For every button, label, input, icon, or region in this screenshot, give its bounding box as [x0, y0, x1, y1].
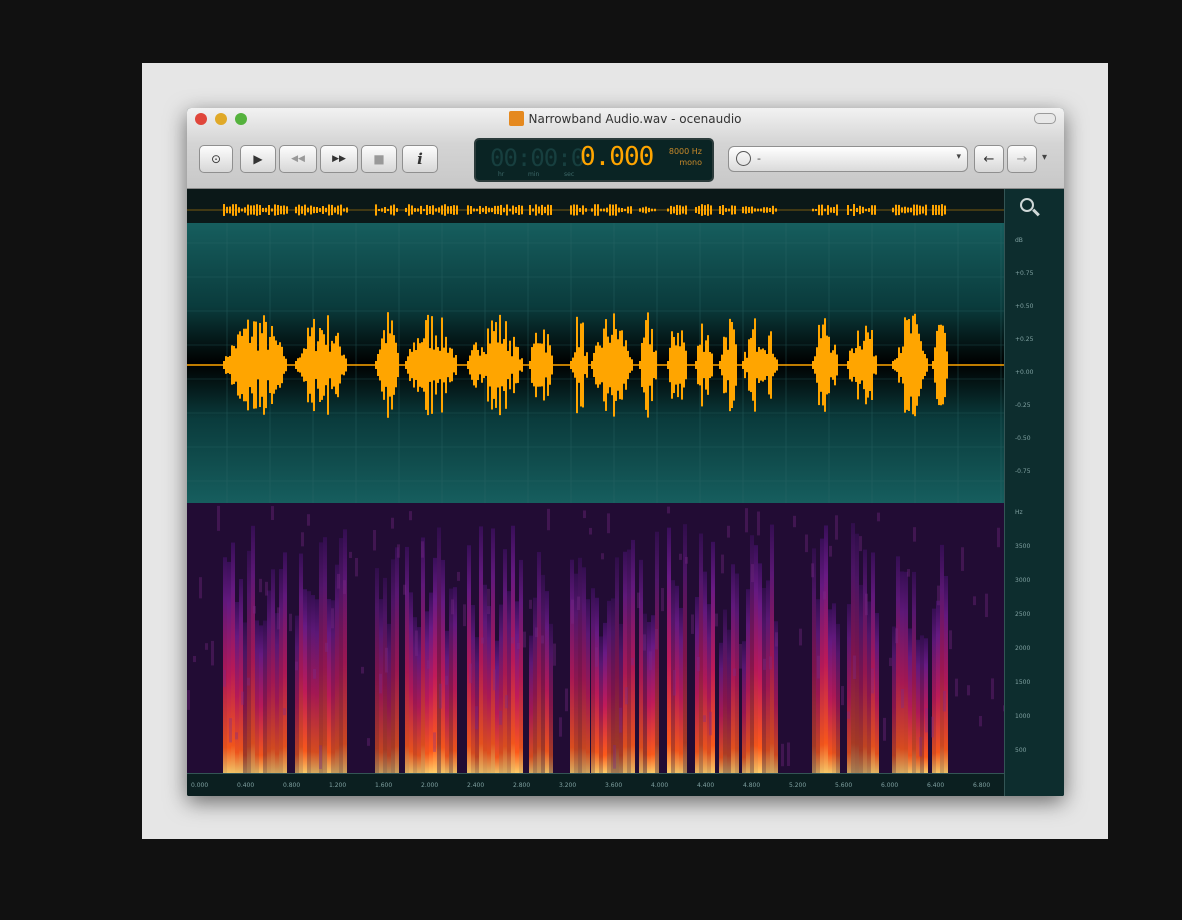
- info-button[interactable]: i: [402, 145, 438, 173]
- frequency-tick: 1500: [1015, 679, 1031, 686]
- time-ruler-tick: 0.800: [283, 782, 301, 789]
- rewind-button[interactable]: ◀◀: [279, 145, 317, 173]
- fast-forward-button[interactable]: ▶▶: [320, 145, 358, 173]
- time-unit-label: sec: [564, 171, 575, 178]
- time-ruler-tick: 6.400: [927, 782, 945, 789]
- time-ruler-tick: 4.400: [697, 782, 715, 789]
- time-ruler-tick: 3.600: [605, 782, 623, 789]
- time-ruler-tick: 4.800: [743, 782, 761, 789]
- time-ruler-tick: 2.400: [467, 782, 485, 789]
- overview-strip[interactable]: [187, 189, 1004, 223]
- arrow-left-icon: ←: [983, 151, 995, 167]
- sample-rate-value: 8000 Hz: [668, 147, 702, 156]
- time-display-value: 0.000: [580, 142, 654, 172]
- overview-waveform: [187, 204, 1004, 216]
- frequency-tick: 2000: [1015, 645, 1031, 652]
- frequency-tick: 1000: [1015, 713, 1031, 720]
- frequency-tick: 3500: [1015, 543, 1031, 550]
- amplitude-tick: dB: [1015, 237, 1023, 244]
- spectrogram-view[interactable]: [187, 503, 1004, 773]
- chevron-down-icon: ▾: [956, 152, 961, 162]
- record-button[interactable]: ⊙: [199, 145, 233, 173]
- frequency-tick: 3000: [1015, 577, 1031, 584]
- time-unit-label: hr: [498, 171, 505, 178]
- arrow-right-icon: →: [1016, 151, 1028, 167]
- frequency-tick: 2500: [1015, 611, 1031, 618]
- waveform-view[interactable]: [187, 223, 1004, 503]
- play-icon: ▶: [253, 152, 263, 166]
- sample-rate: 8000 Hz mono: [669, 146, 702, 168]
- toolbar-more-button[interactable]: ▾: [1042, 152, 1047, 163]
- preset-select-value: -: [757, 152, 761, 165]
- rewind-icon: ◀◀: [291, 154, 305, 164]
- time-unit-label: min: [528, 171, 540, 178]
- title-bar: Narrowband Audio.wav - ocenaudio ⊙ ▶ ◀◀ …: [187, 108, 1064, 189]
- stop-icon: ■: [373, 152, 385, 166]
- time-ruler-tick: 2.800: [513, 782, 531, 789]
- vertical-scale: dB +0.75 +0.50 +0.25 +0.00 -0.25 -0.50 -0.75 Hz 3…: [1004, 189, 1064, 796]
- stop-button[interactable]: ■: [361, 145, 397, 173]
- window-title-wrap: Narrowband Audio.wav - ocenaudio: [187, 111, 1064, 126]
- info-icon: i: [417, 150, 423, 168]
- forward-button[interactable]: →: [1007, 145, 1037, 173]
- time-ruler-tick: 1.200: [329, 782, 347, 789]
- time-ruler-tick: 3.200: [559, 782, 577, 789]
- time-display: 00:00:0 0.000 8000 Hz mono hr min sec: [474, 138, 714, 182]
- time-ruler-tick: 5.600: [835, 782, 853, 789]
- channel-mode: mono: [679, 158, 702, 167]
- time-ruler-tick: 6.000: [881, 782, 899, 789]
- amplitude-tick: +0.25: [1015, 336, 1034, 343]
- fast-forward-icon: ▶▶: [332, 154, 346, 164]
- time-ruler[interactable]: 0.000 0.400 0.800 1.200 1.600 2.000 2.400 2.800…: [187, 773, 1004, 796]
- record-icon: ⊙: [210, 152, 222, 166]
- amplitude-tick: -0.25: [1015, 402, 1031, 409]
- amplitude-tick: +0.00: [1015, 369, 1034, 376]
- time-ruler-tick: 2.000: [421, 782, 439, 789]
- frequency-tick: Hz: [1015, 509, 1023, 516]
- time-display-ghost: 00:00:0: [490, 144, 585, 172]
- time-ruler-tick: 6.800: [973, 782, 991, 789]
- time-ruler-tick: 0.400: [237, 782, 255, 789]
- frequency-tick: 500: [1015, 747, 1027, 754]
- amplitude-tick: +0.75: [1015, 270, 1034, 277]
- time-ruler-tick: 5.200: [789, 782, 807, 789]
- clock-icon: [736, 151, 751, 166]
- amplitude-tick: -0.75: [1015, 468, 1031, 475]
- audio-file-icon: [509, 111, 525, 126]
- spectrogram-canvas: [187, 503, 1004, 773]
- amplitude-tick: -0.50: [1015, 435, 1031, 442]
- amplitude-tick: +0.50: [1015, 303, 1034, 310]
- app-window: Narrowband Audio.wav - ocenaudio ⊙ ▶ ◀◀ …: [187, 108, 1064, 796]
- waveform-canvas: [187, 223, 1004, 503]
- back-button[interactable]: ←: [974, 145, 1004, 173]
- time-ruler-tick: 1.600: [375, 782, 393, 789]
- time-ruler-tick: 0.000: [191, 782, 209, 789]
- preset-select[interactable]: - ▾: [728, 146, 968, 172]
- time-ruler-tick: 4.000: [651, 782, 669, 789]
- play-button[interactable]: ▶: [240, 145, 276, 173]
- window-title: Narrowband Audio.wav - ocenaudio: [528, 112, 742, 126]
